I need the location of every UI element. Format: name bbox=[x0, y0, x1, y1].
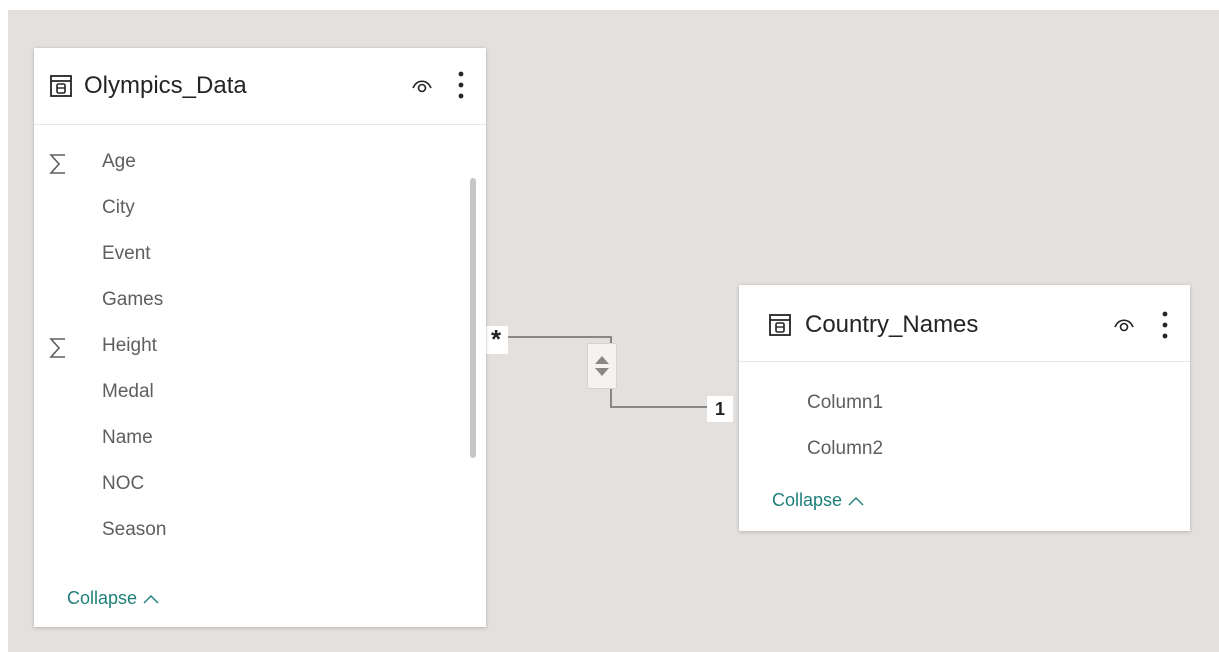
field-label: City bbox=[102, 197, 135, 218]
table-title: Country_Names bbox=[805, 311, 979, 338]
field-label: Event bbox=[102, 243, 151, 264]
field-label: Medal bbox=[102, 381, 154, 402]
collapse-button[interactable]: Collapse bbox=[67, 588, 159, 609]
cardinality-many-badge: * bbox=[484, 326, 508, 354]
field-label: Age bbox=[102, 151, 136, 172]
collapse-label: Collapse bbox=[67, 588, 138, 608]
field-label: Games bbox=[102, 289, 164, 310]
field-row-event[interactable]: Event bbox=[34, 238, 486, 278]
table-card-olympics-data[interactable]: Olympics_Data Age City Event Games Heigh… bbox=[34, 48, 486, 627]
field-label: NOC bbox=[102, 473, 145, 494]
table-card-country-names[interactable]: Country_Names Column1 Column2 Collapse bbox=[739, 285, 1190, 531]
field-row-noc[interactable]: NOC bbox=[34, 468, 486, 508]
chevron-up-icon bbox=[848, 496, 864, 505]
eye-icon[interactable] bbox=[411, 76, 433, 96]
field-row-age[interactable]: Age bbox=[34, 146, 486, 186]
field-label: Name bbox=[102, 427, 153, 448]
field-row-city[interactable]: City bbox=[34, 192, 486, 232]
more-options-icon[interactable] bbox=[458, 71, 464, 99]
sigma-icon bbox=[49, 154, 65, 174]
field-row-games[interactable]: Games bbox=[34, 284, 486, 324]
field-row-column1[interactable]: Column1 bbox=[739, 387, 1190, 427]
table-header[interactable]: Country_Names bbox=[739, 285, 1190, 362]
field-row-column2[interactable]: Column2 bbox=[739, 433, 1190, 473]
collapse-button[interactable]: Collapse bbox=[772, 490, 864, 511]
table-icon bbox=[769, 314, 791, 336]
field-row-medal[interactable]: Medal bbox=[34, 376, 486, 416]
field-label: Column1 bbox=[807, 392, 884, 413]
eye-icon[interactable] bbox=[1113, 315, 1135, 335]
field-row-name[interactable]: Name bbox=[34, 422, 486, 462]
more-options-icon[interactable] bbox=[1162, 311, 1168, 339]
field-list-scrollbar[interactable] bbox=[470, 178, 476, 458]
field-label: Season bbox=[102, 519, 167, 540]
table-header[interactable]: Olympics_Data bbox=[34, 48, 486, 125]
field-label: Height bbox=[102, 335, 157, 356]
collapse-label: Collapse bbox=[772, 490, 843, 510]
sigma-icon bbox=[49, 338, 65, 358]
table-icon bbox=[50, 75, 72, 97]
field-row-height[interactable]: Height bbox=[34, 330, 486, 370]
cross-filter-direction-icon[interactable] bbox=[587, 343, 617, 389]
field-row-season[interactable]: Season bbox=[34, 514, 486, 554]
cardinality-one-badge: 1 bbox=[707, 396, 733, 422]
chevron-up-icon bbox=[143, 594, 159, 603]
table-title: Olympics_Data bbox=[84, 72, 247, 99]
field-label: Column2 bbox=[807, 438, 884, 459]
